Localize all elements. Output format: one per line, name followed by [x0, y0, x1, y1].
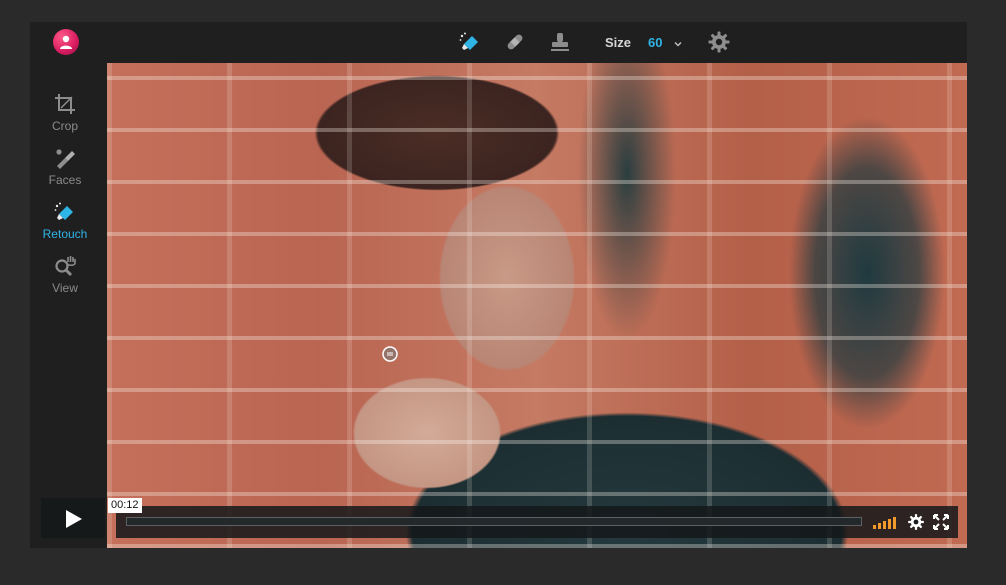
crop-icon [53, 92, 77, 116]
video-progress-bar[interactable] [126, 517, 862, 526]
sidebar-item-faces[interactable]: Faces [30, 146, 100, 196]
photo-canvas[interactable] [107, 63, 967, 548]
chevron-down-icon[interactable] [673, 36, 683, 47]
retouch-icon [53, 200, 77, 224]
time-tooltip: 00:12 [108, 498, 142, 513]
bandage-icon[interactable] [503, 30, 527, 54]
player-settings-gear-icon[interactable] [907, 513, 925, 531]
brush-cursor-icon [382, 346, 398, 362]
settings-gear-icon[interactable] [707, 30, 731, 54]
retouch-brush-icon[interactable] [458, 30, 482, 54]
sidebar-item-label: Crop [51, 119, 78, 133]
sidebar-item-label: Retouch [42, 227, 88, 241]
sidebar-item-label: View [52, 281, 78, 295]
left-sidebar: Crop Faces Retouch View [30, 62, 106, 548]
app-window: Size 60 Crop Faces Retouch View 00:12 [30, 22, 967, 548]
sidebar-item-retouch[interactable]: Retouch [30, 200, 100, 250]
clone-stamp-icon[interactable] [548, 30, 572, 54]
view-icon [53, 254, 77, 278]
sidebar-item-view[interactable]: View [30, 254, 100, 304]
app-logo-icon[interactable] [53, 29, 79, 55]
size-label: Size [605, 35, 632, 50]
size-value[interactable]: 60 [648, 35, 662, 50]
play-button[interactable] [41, 498, 105, 538]
volume-icon[interactable] [873, 516, 899, 529]
play-icon [66, 510, 82, 528]
faces-icon [53, 146, 77, 170]
sidebar-item-label: Faces [48, 173, 82, 187]
fullscreen-icon[interactable] [933, 514, 949, 530]
sidebar-item-crop[interactable]: Crop [30, 92, 100, 142]
top-toolbar: Size 60 [30, 22, 967, 62]
